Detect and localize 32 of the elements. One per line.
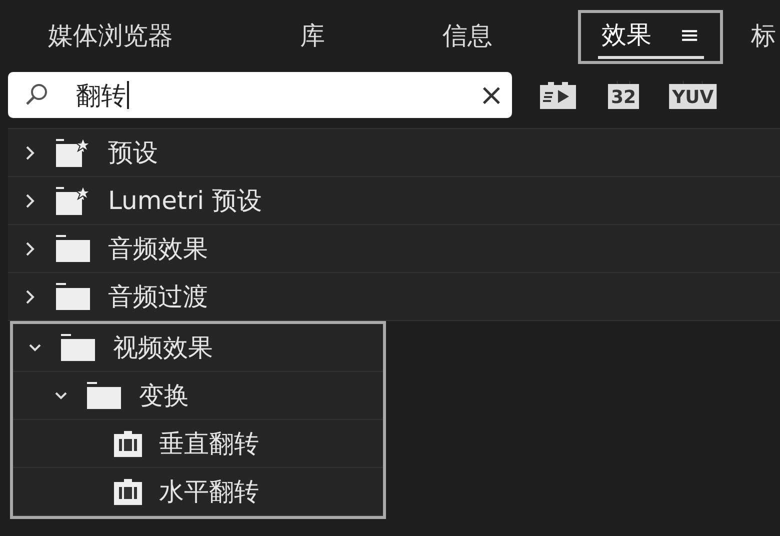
search-field[interactable]: 翻转 × [8, 72, 512, 118]
tree-item-label: 视频效果 [113, 332, 213, 364]
yuv-effects-icon[interactable]: YUV [669, 81, 717, 109]
folder-icon [56, 234, 92, 264]
panel-tab[interactable]: 媒体浏览器 [44, 10, 177, 64]
tree-item-label: 音频过渡 [108, 281, 208, 313]
film-effect-icon [113, 478, 143, 504]
tree-item-label: 音频效果 [108, 233, 208, 265]
tree-item[interactable]: Lumetri 预设 [8, 177, 780, 225]
folder-icon [87, 380, 123, 410]
film-effect-icon [113, 430, 143, 456]
tree-item[interactable]: 视频效果 [13, 324, 383, 372]
tree-item-label: Lumetri 预设 [108, 185, 262, 217]
clear-button[interactable]: × [478, 78, 504, 112]
tree-item-label: 垂直翻转 [159, 428, 259, 460]
tree-item[interactable]: 变换 [13, 372, 383, 420]
folder-icon [61, 332, 97, 362]
tree-item-label: 水平翻转 [159, 476, 259, 508]
tree-item[interactable]: 水平翻转 [13, 468, 383, 516]
panel-tab[interactable]: 标 [747, 10, 780, 64]
panel-tab[interactable]: 信息 [438, 10, 497, 64]
tree-item[interactable]: 音频过渡 [8, 273, 780, 321]
tree-item-label: 预设 [108, 137, 158, 169]
tree-item[interactable]: 垂直翻转 [13, 420, 383, 468]
panel-tab[interactable]: 库 [296, 10, 329, 64]
menu-icon[interactable]: ≡ [680, 20, 700, 48]
folder-icon [56, 282, 92, 312]
tree-item[interactable]: 音频效果 [8, 225, 780, 273]
tree-item-label: 变换 [139, 380, 189, 412]
32-bit-effects-icon[interactable]: 32 [608, 81, 640, 109]
accelerated-effects-icon[interactable] [538, 81, 578, 109]
tree-item[interactable]: 预设 [8, 129, 780, 177]
